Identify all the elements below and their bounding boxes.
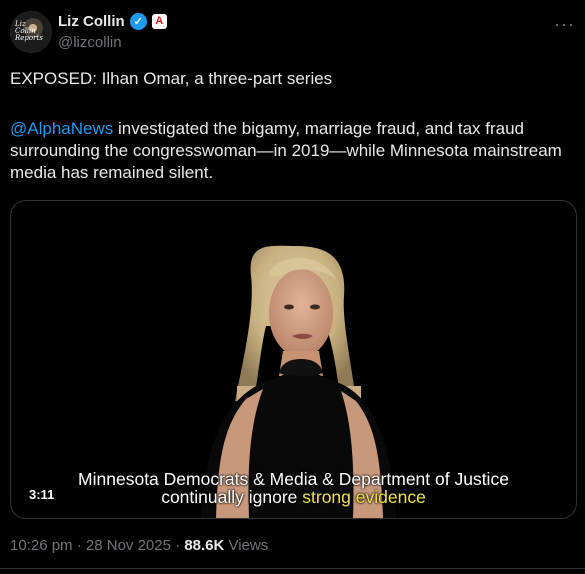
video-caption-line2: continually ignore strong evidence	[11, 487, 576, 507]
avatar-logo-text: Liz Collin Reports	[15, 20, 43, 42]
name-row: Liz Collin ✓ A	[58, 13, 167, 30]
avatar[interactable]: Liz Collin Reports	[10, 11, 52, 53]
caption-prefix: continually ignore	[161, 487, 303, 507]
more-options-icon[interactable]: ···	[554, 14, 575, 35]
mention-link[interactable]: @AlphaNews	[10, 119, 113, 138]
tweet-text-body: @AlphaNews investigated the bigamy, marr…	[10, 118, 565, 184]
meta-separator: ·	[170, 537, 185, 554]
display-name[interactable]: Liz Collin	[58, 13, 125, 30]
video-duration: 3:11	[29, 487, 55, 502]
tweet-header: Liz Collin Reports Liz Collin ✓ A @lizco…	[10, 8, 575, 56]
meta-separator: ·	[72, 537, 86, 554]
divider	[0, 568, 585, 569]
affiliate-badge-icon[interactable]: A	[151, 14, 167, 29]
verified-badge-icon[interactable]: ✓	[129, 13, 147, 30]
post-time[interactable]: 10:26 pm	[10, 537, 73, 554]
caption-highlight: strong evidence	[302, 487, 426, 507]
views-label: Views	[224, 537, 269, 554]
post-date[interactable]: 28 Nov 2025	[86, 537, 171, 554]
video-player[interactable]: Minnesota Democrats & Media & Department…	[10, 200, 577, 519]
views-count[interactable]: 88.6K	[184, 537, 224, 554]
tweet-text-line1: EXPOSED: Ilhan Omar, a three-part series	[10, 69, 333, 88]
video-caption-line1: Minnesota Democrats & Media & Department…	[78, 469, 509, 489]
tweet-meta: 10:26 pm · 28 Nov 2025 · 88.6K Views	[10, 537, 268, 554]
user-handle[interactable]: @lizcollin	[58, 34, 122, 51]
